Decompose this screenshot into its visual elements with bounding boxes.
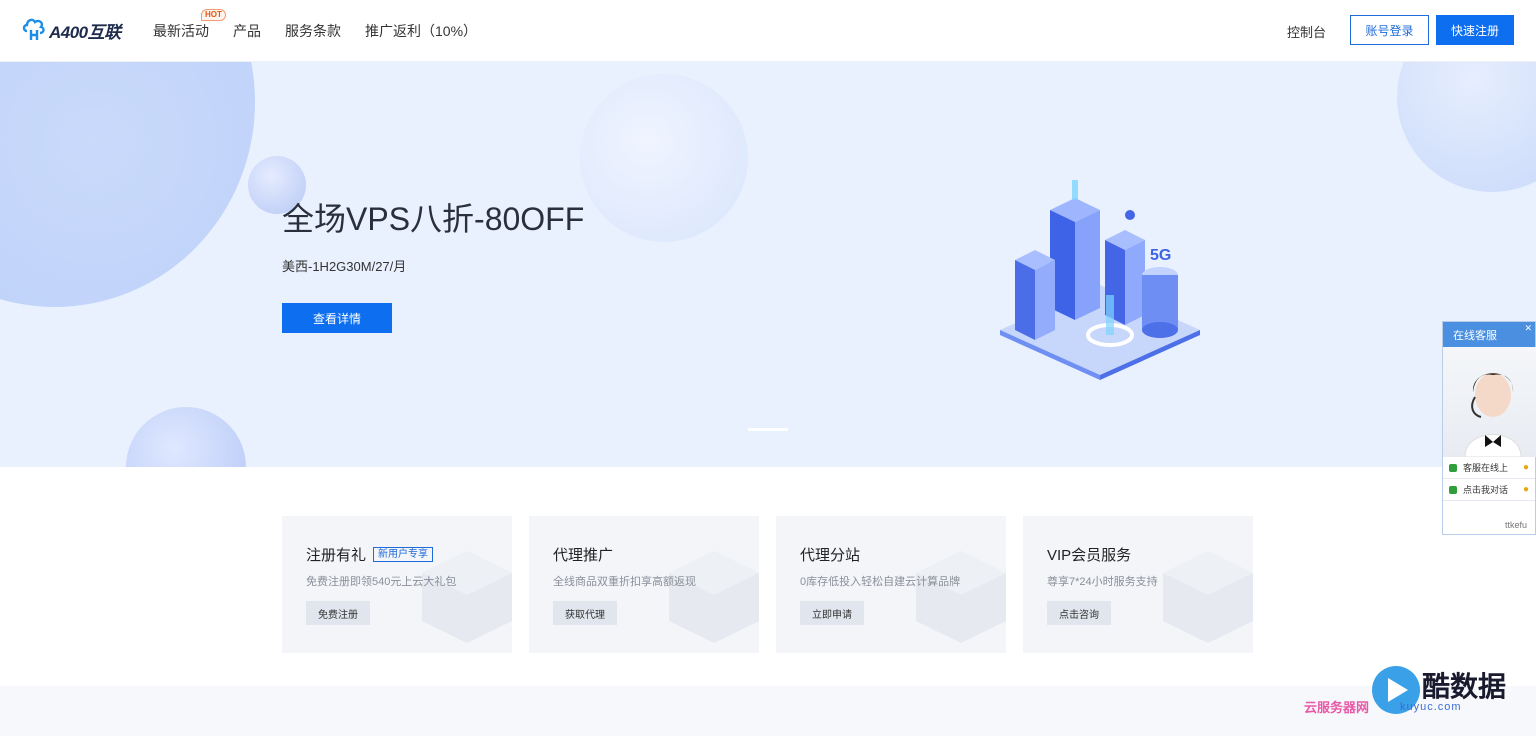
nav-item-referral[interactable]: 推广返利（10%） (365, 21, 477, 41)
card-desc: 尊享7*24小时服务支持 (1047, 576, 1158, 588)
decor-bubble (580, 74, 748, 242)
card-title: 代理推广 (553, 547, 614, 564)
nav-item-latest-activity[interactable]: 最新活动 HOT (153, 9, 226, 41)
nav-item-terms[interactable]: 服务条款 (285, 21, 341, 41)
banner-title: 全场VPS八折-80OFF (282, 201, 585, 237)
nav-item-label: 产品 (233, 23, 261, 39)
cube-decor-icon (669, 551, 759, 643)
nav-item-label: 服务条款 (285, 23, 341, 39)
chat-talk-row[interactable]: 点击我对话 ● (1443, 479, 1535, 501)
chat-row-label: 客服在线上 (1463, 463, 1509, 473)
chat-bubble-icon: ● (1522, 484, 1529, 495)
close-icon[interactable]: ✕ (1524, 323, 1532, 334)
cloud-logo-icon (22, 18, 45, 40)
view-details-button[interactable]: 查看详情 (282, 303, 392, 333)
card-title: 代理分站 (800, 547, 861, 564)
online-service-widget[interactable]: 在线客服 ✕ 客服在线上 ● 点击我对话 ● ttkefu (1442, 321, 1536, 535)
5g-label: 5G (1150, 247, 1171, 264)
decor-bubble (1397, 62, 1536, 192)
decor-bubble (126, 407, 246, 467)
carousel-indicator[interactable] (748, 428, 788, 431)
card-title: VIP会员服务 (1047, 547, 1132, 564)
online-status-icon (1449, 463, 1457, 472)
register-button[interactable]: 快速注册 (1436, 15, 1514, 45)
chat-row-label: 点击我对话 (1463, 485, 1509, 495)
login-button[interactable]: 账号登录 (1350, 15, 1429, 45)
logo-text: A400互联 (49, 22, 121, 42)
decor-bubble (0, 62, 255, 307)
chat-online-row[interactable]: 客服在线上 ● (1443, 457, 1535, 479)
logo[interactable]: A400互联 (22, 17, 121, 43)
cube-decor-icon (916, 551, 1006, 643)
card-desc: 0库存低投入轻松自建云计算品牌 (800, 576, 961, 588)
free-register-button[interactable]: 免费注册 (306, 601, 370, 625)
feature-cards: 注册有礼 新用户专享 免费注册即领540元上云大礼包 免费注册 代理推广 全线商… (282, 516, 1253, 653)
get-agent-button[interactable]: 获取代理 (553, 601, 617, 625)
apply-now-button[interactable]: 立即申请 (800, 601, 864, 625)
chat-footer: ttkefu (1504, 520, 1527, 530)
cube-decor-icon (1163, 551, 1253, 643)
card-desc: 全线商品双重折扣享高额返现 (553, 576, 696, 588)
hero-banner: 全场VPS八折-80OFF 美西-1H2G30M/27/月 查看详情 5G (0, 62, 1536, 467)
watermark-brand: 酷数据 (1422, 671, 1507, 702)
city-illustration: 5G (1000, 180, 1200, 380)
banner-subtitle: 美西-1H2G30M/27/月 (282, 259, 407, 274)
top-header: A400互联 最新活动 HOT 产品 服务条款 推广返利（10%） 控制台 账号… (0, 0, 1536, 62)
watermark-sub: 云服务器网 (1304, 700, 1370, 715)
card-register-gift[interactable]: 注册有礼 新用户专享 免费注册即领540元上云大礼包 免费注册 (282, 516, 512, 653)
hot-badge: HOT (201, 9, 226, 21)
online-status-icon (1449, 485, 1457, 494)
card-desc: 免费注册即领540元上云大礼包 (306, 576, 457, 588)
chat-title: 在线客服 (1453, 329, 1497, 342)
chat-header: 在线客服 ✕ (1443, 322, 1535, 347)
nav-item-label: 推广返利（10%） (365, 23, 478, 39)
chat-bubble-icon: ● (1522, 462, 1529, 473)
consult-button[interactable]: 点击咨询 (1047, 601, 1111, 625)
main-nav: 最新活动 HOT 产品 服务条款 推广返利（10%） (153, 9, 501, 41)
nav-item-products[interactable]: 产品 (233, 21, 261, 41)
new-user-badge: 新用户专享 (373, 547, 434, 562)
card-agent-promotion[interactable]: 代理推广 全线商品双重折扣享高额返现 获取代理 (529, 516, 759, 653)
watermark-url: kuyuc.com (1400, 701, 1462, 713)
card-vip-service[interactable]: VIP会员服务 尊享7*24小时服务支持 点击咨询 (1023, 516, 1253, 653)
card-agent-substation[interactable]: 代理分站 0库存低投入轻松自建云计算品牌 立即申请 (776, 516, 1006, 653)
console-link[interactable]: 控制台 (1287, 22, 1326, 41)
nav-item-label: 最新活动 (153, 23, 209, 39)
card-title: 注册有礼 (306, 547, 367, 564)
agent-avatar (1443, 347, 1536, 458)
